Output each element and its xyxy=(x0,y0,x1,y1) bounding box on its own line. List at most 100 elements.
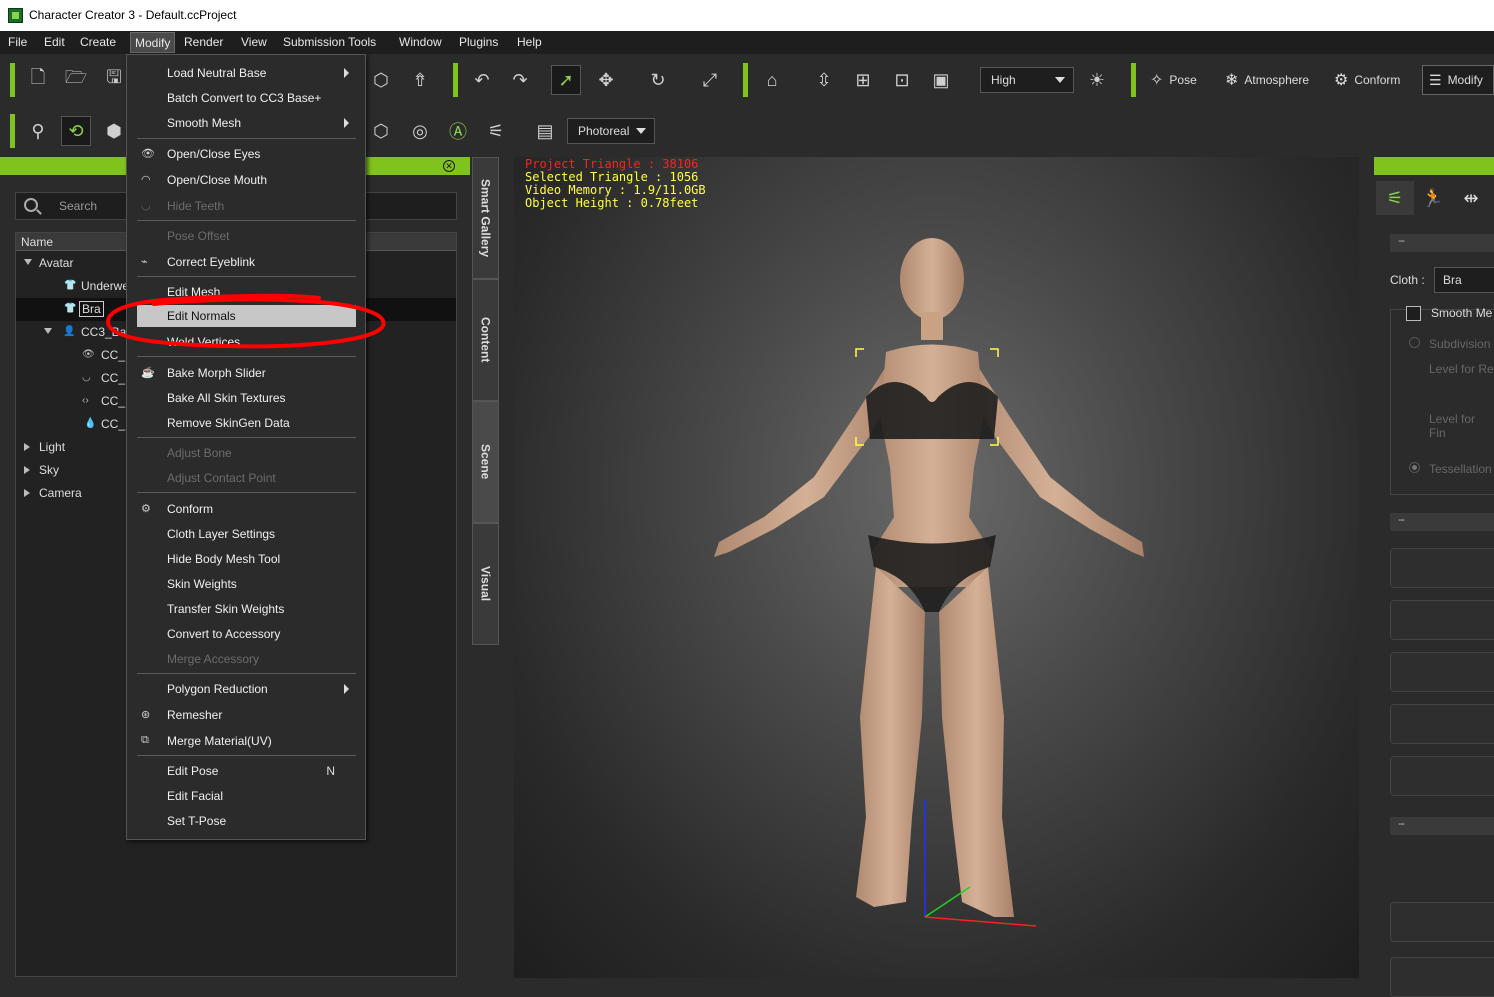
menu-item-edit-pose[interactable]: Edit Pose N xyxy=(127,759,365,783)
menu-item-edit-mesh[interactable]: Edit Mesh xyxy=(127,280,365,304)
calendar-icon[interactable]: ▤ xyxy=(530,116,560,146)
section-header[interactable]: − xyxy=(1390,234,1494,252)
auto-icon[interactable]: Ⓐ xyxy=(443,116,473,146)
menu-view[interactable]: View xyxy=(241,35,267,49)
menu-item-open-close-eyes[interactable]: 👁 Open/Close Eyes xyxy=(127,142,365,166)
menu-modify[interactable]: Modify xyxy=(130,32,176,53)
home-camera-icon[interactable]: ⌂ xyxy=(757,65,787,95)
menu-item-adjust-bone: Adjust Bone xyxy=(127,441,365,465)
cube-icon[interactable]: ⬡ xyxy=(366,65,396,95)
menu-item-cloth-layer-settings[interactable]: Cloth Layer Settings xyxy=(127,522,365,546)
menu-plugins[interactable]: Plugins xyxy=(459,35,498,49)
conform-button[interactable]: ⚙ Conform xyxy=(1334,65,1400,95)
character-model[interactable] xyxy=(514,157,1359,978)
head xyxy=(900,238,964,320)
menu-item-remesher[interactable]: ⊛ Remesher xyxy=(127,703,365,727)
panel-button[interactable] xyxy=(1390,652,1494,692)
menu-item-edit-facial[interactable]: Edit Facial xyxy=(127,784,365,808)
fit-view-icon[interactable]: ⊞ xyxy=(848,65,878,95)
scale-icon[interactable]: ⤢ xyxy=(695,65,725,95)
tessellation-radio[interactable] xyxy=(1409,462,1420,473)
collapse-icon[interactable] xyxy=(24,466,30,474)
menu-item-polygon-reduction[interactable]: Polygon Reduction xyxy=(127,677,365,701)
atmosphere-button[interactable]: ❄ Atmosphere xyxy=(1225,65,1309,95)
new-file-icon[interactable]: 🗋 xyxy=(23,65,53,95)
smooth-mesh-checkbox[interactable] xyxy=(1406,306,1421,321)
sliders-icon[interactable]: ⚟ xyxy=(1376,181,1414,215)
expand-icon[interactable] xyxy=(44,328,52,334)
panel-button[interactable] xyxy=(1390,548,1494,588)
menu-submission-tools[interactable]: Submission Tools xyxy=(283,35,376,49)
menu-item-conform[interactable]: ⚙ Conform xyxy=(127,497,365,521)
menu-item-remove-skingen[interactable]: Remove SkinGen Data xyxy=(127,411,365,435)
tab-visual[interactable]: Visual xyxy=(472,523,499,645)
collapse-icon: − xyxy=(1398,513,1406,527)
cubes-icon[interactable]: ⬢ xyxy=(99,116,129,146)
menu-item-merge-material[interactable]: ⧉ Merge Material(UV) xyxy=(127,729,365,753)
motion-icon[interactable]: 🏃 xyxy=(1414,181,1452,215)
panel-button[interactable] xyxy=(1390,600,1494,640)
mesh-edit-icon[interactable]: ⟲ xyxy=(61,116,91,146)
fit-icon[interactable]: ⇹ xyxy=(1452,181,1490,215)
menu-item-convert-to-accessory[interactable]: Convert to Accessory xyxy=(127,622,365,646)
frame-icon[interactable]: ▣ xyxy=(926,65,956,95)
menu-item-batch-convert[interactable]: Batch Convert to CC3 Base+ xyxy=(127,86,365,110)
menu-item-edit-normals[interactable]: Edit Normals xyxy=(137,305,356,327)
panel-button[interactable] xyxy=(1390,957,1494,997)
subdivision-radio[interactable] xyxy=(1409,337,1420,348)
menu-item-bake-skin-textures[interactable]: Bake All Skin Textures xyxy=(127,386,365,410)
rotate-icon[interactable]: ↻ xyxy=(643,65,673,95)
render-mode-select[interactable]: Photoreal xyxy=(567,118,655,144)
focus-object-icon[interactable]: ⊡ xyxy=(887,65,917,95)
fit-height-icon[interactable]: ⇳ xyxy=(809,65,839,95)
menu-create[interactable]: Create xyxy=(80,35,116,49)
tab-content[interactable]: Content xyxy=(472,279,499,401)
cloth-select[interactable]: Bra xyxy=(1434,267,1494,293)
menu-edit[interactable]: Edit xyxy=(44,35,65,49)
menu-item-skin-weights[interactable]: Skin Weights xyxy=(127,572,365,596)
expand-icon[interactable] xyxy=(24,259,32,265)
pose-button[interactable]: ✧ Pose xyxy=(1150,65,1197,95)
3d-viewport[interactable]: Project Triangle : 38106 Selected Triang… xyxy=(514,157,1359,978)
save-file-icon[interactable]: 🖫 xyxy=(99,65,129,95)
panel-button[interactable] xyxy=(1390,756,1494,796)
tab-smart-gallery[interactable]: Smart Gallery xyxy=(472,157,499,279)
collapse-icon[interactable] xyxy=(24,443,30,451)
move-icon[interactable]: ✥ xyxy=(591,65,621,95)
object-icon[interactable]: ⬡ xyxy=(366,116,396,146)
bone-tool-icon[interactable]: ⚲ xyxy=(23,116,53,146)
undo-icon[interactable]: ↶ xyxy=(467,65,497,95)
panel-button[interactable] xyxy=(1390,704,1494,744)
menu-item-load-neutral-base[interactable]: Load Neutral Base xyxy=(127,61,365,85)
panel-button[interactable] xyxy=(1390,902,1494,942)
menu-help[interactable]: Help xyxy=(517,35,542,49)
menu-item-correct-eyeblink[interactable]: ⌁ Correct Eyeblink xyxy=(127,250,365,274)
gizmo-x-axis[interactable] xyxy=(924,916,1037,927)
modify-button[interactable]: ☰ Modify xyxy=(1422,65,1494,95)
light-icon[interactable]: ☀ xyxy=(1082,65,1112,95)
settings-sliders-icon[interactable]: ⚟ xyxy=(481,116,511,146)
scene-tool-icon[interactable]: ⇮ xyxy=(405,65,435,95)
select-arrow-icon[interactable]: ➚ xyxy=(551,65,581,95)
close-icon[interactable]: ✕ xyxy=(443,160,455,172)
menu-item-set-t-pose[interactable]: Set T-Pose xyxy=(127,809,365,833)
menu-window[interactable]: Window xyxy=(399,35,442,49)
menu-file[interactable]: File xyxy=(8,35,27,49)
menu-item-transfer-skin-weights[interactable]: Transfer Skin Weights xyxy=(127,597,365,621)
quality-select[interactable]: High xyxy=(980,67,1074,93)
menu-item-bake-morph-slider[interactable]: ☕ Bake Morph Slider xyxy=(127,361,365,385)
open-file-icon[interactable]: 🗁 xyxy=(61,65,91,95)
pick-icon[interactable]: ◎ xyxy=(405,116,435,146)
menu-item-label: Open/Close Mouth xyxy=(167,173,268,187)
section-header[interactable]: − xyxy=(1390,817,1494,835)
collapse-icon[interactable] xyxy=(24,489,30,497)
menu-item-open-close-mouth[interactable]: ◠ Open/Close Mouth xyxy=(127,168,365,192)
redo-icon[interactable]: ↷ xyxy=(505,65,535,95)
menu-item-weld-vertices[interactable]: Weld Vertices xyxy=(127,330,365,354)
section-header[interactable]: − xyxy=(1390,513,1494,531)
cloth-label: Cloth : xyxy=(1390,273,1425,287)
menu-item-smooth-mesh[interactable]: Smooth Mesh xyxy=(127,111,365,135)
menu-render[interactable]: Render xyxy=(184,35,223,49)
menu-item-hide-body-mesh[interactable]: Hide Body Mesh Tool xyxy=(127,547,365,571)
tab-scene[interactable]: Scene xyxy=(472,401,499,523)
